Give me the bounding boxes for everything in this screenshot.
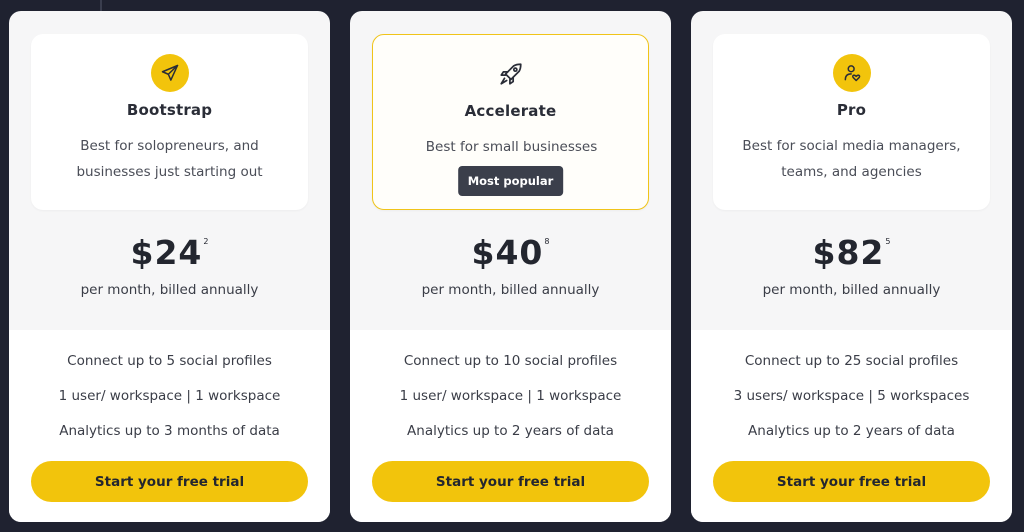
paper-plane-icon [150, 54, 189, 92]
billing-note: per month, billed annually [421, 282, 600, 298]
price-amount: $40 [471, 233, 544, 272]
price-superscript: 2 [203, 237, 209, 246]
plan-description: Best for solopreneurs, and businesses ju… [76, 138, 263, 180]
plan-price: $242 [9, 233, 330, 272]
feature-list: Connect up to 25 social profiles 3 users… [691, 351, 1012, 456]
rocket-icon [492, 55, 530, 93]
price-superscript: 5 [885, 237, 891, 246]
start-trial-button[interactable]: Start your free trial [372, 461, 649, 502]
plan-header: Accelerate Best for small businesses Mos… [372, 34, 649, 210]
pricing-section: Bootstrap Best for solopreneurs, and bus… [0, 0, 1024, 532]
start-trial-button[interactable]: Start your free trial [31, 461, 308, 502]
plan-description: Best for small businesses [425, 139, 598, 155]
most-popular-badge: Most popular [457, 166, 564, 196]
price-superscript: 8 [544, 237, 550, 246]
price-amount: $24 [130, 233, 203, 272]
feature-list: Connect up to 10 social profiles 1 user/… [350, 351, 671, 456]
feature-list: Connect up to 5 social profiles 1 user/ … [9, 351, 330, 456]
plan-name: Pro [836, 101, 867, 119]
plan-card-pro: Pro Best for social media managers, team… [691, 11, 1012, 522]
plan-price: $825 [691, 233, 1012, 272]
plan-description: Best for social media managers, teams, a… [742, 138, 961, 180]
feature-item: 1 user/ workspace | 1 workspace [399, 388, 622, 404]
start-trial-button[interactable]: Start your free trial [713, 461, 990, 502]
feature-item: 3 users/ workspace | 5 workspaces [733, 388, 970, 404]
feature-item: Analytics up to 2 years of data [748, 423, 955, 439]
billing-note: per month, billed annually [762, 282, 941, 298]
billing-note: per month, billed annually [80, 282, 259, 298]
plan-name: Accelerate [464, 102, 557, 120]
user-heart-icon [832, 54, 871, 92]
feature-item: Connect up to 10 social profiles [403, 353, 618, 369]
price-amount: $82 [812, 233, 885, 272]
plan-price: $408 [350, 233, 671, 272]
plan-card-accelerate: Accelerate Best for small businesses Mos… [350, 11, 671, 522]
feature-item: 1 user/ workspace | 1 workspace [58, 388, 281, 404]
feature-item: Analytics up to 3 months of data [59, 423, 280, 439]
feature-item: Connect up to 5 social profiles [67, 353, 272, 369]
plan-header: Pro Best for social media managers, team… [713, 34, 990, 210]
feature-item: Analytics up to 2 years of data [407, 423, 614, 439]
plan-card-bootstrap: Bootstrap Best for solopreneurs, and bus… [9, 11, 330, 522]
plan-header: Bootstrap Best for solopreneurs, and bus… [31, 34, 308, 210]
feature-item: Connect up to 25 social profiles [744, 353, 959, 369]
plan-name: Bootstrap [126, 101, 213, 119]
